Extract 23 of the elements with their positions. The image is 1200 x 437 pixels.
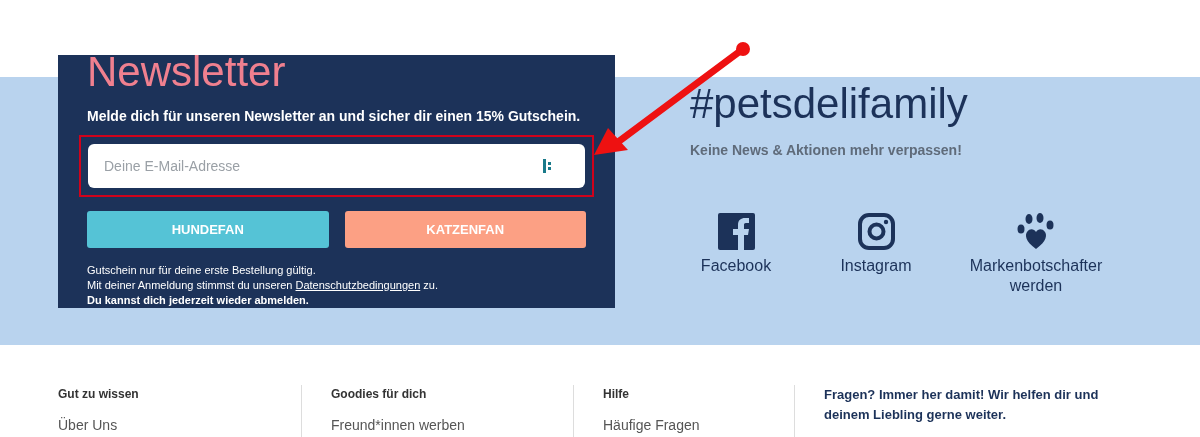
paw-heart-icon (1017, 213, 1055, 250)
note-text: Mit deiner Anmeldung stimmst du unseren Datenschutzbedingungen zu. (87, 277, 439, 293)
note-text: Du kannst dich jederzeit wieder abmelden. (87, 292, 310, 308)
footer-heading: Hilfe (603, 386, 630, 403)
social-link[interactable]: Facebook (666, 213, 806, 296)
facebook-icon (717, 213, 755, 250)
footer-link[interactable]: Freund*innen werben (331, 415, 573, 436)
newsletter-title: Newsletter (87, 51, 287, 93)
social-link[interactable]: Markenbotschafter werden (946, 213, 1126, 296)
instagram-icon (857, 213, 895, 250)
social-heading: #petsdelifamily (690, 83, 969, 125)
social-link[interactable]: Instagram (806, 213, 946, 296)
note-text: Gutschein nur für deine erste Bestellung gültig. (87, 263, 317, 278)
password-manager-icon[interactable] (543, 159, 553, 173)
privacy-link[interactable]: Datenschutzbedingungen (295, 278, 421, 291)
newsletter-subtitle: Melde dich für unseren Newsletter an und sicher dir einen 15% Gutschein. (87, 107, 582, 126)
social-subtitle: Keine News & Aktionen mehr verpassen! (690, 141, 963, 160)
email-field[interactable]: Deine E-Mail-Adresse (88, 144, 585, 188)
footer-heading: Gut zu wissen (58, 386, 140, 403)
footer-heading: Goodies für dich (331, 386, 428, 403)
footer-link[interactable]: Über Uns (58, 415, 301, 436)
footer-link[interactable]: Häufige Fragen (603, 415, 794, 436)
contact-text: Fragen? Immer her damit! Wir helfen dir und deinem Liebling gerne weiter. (823, 386, 1100, 424)
